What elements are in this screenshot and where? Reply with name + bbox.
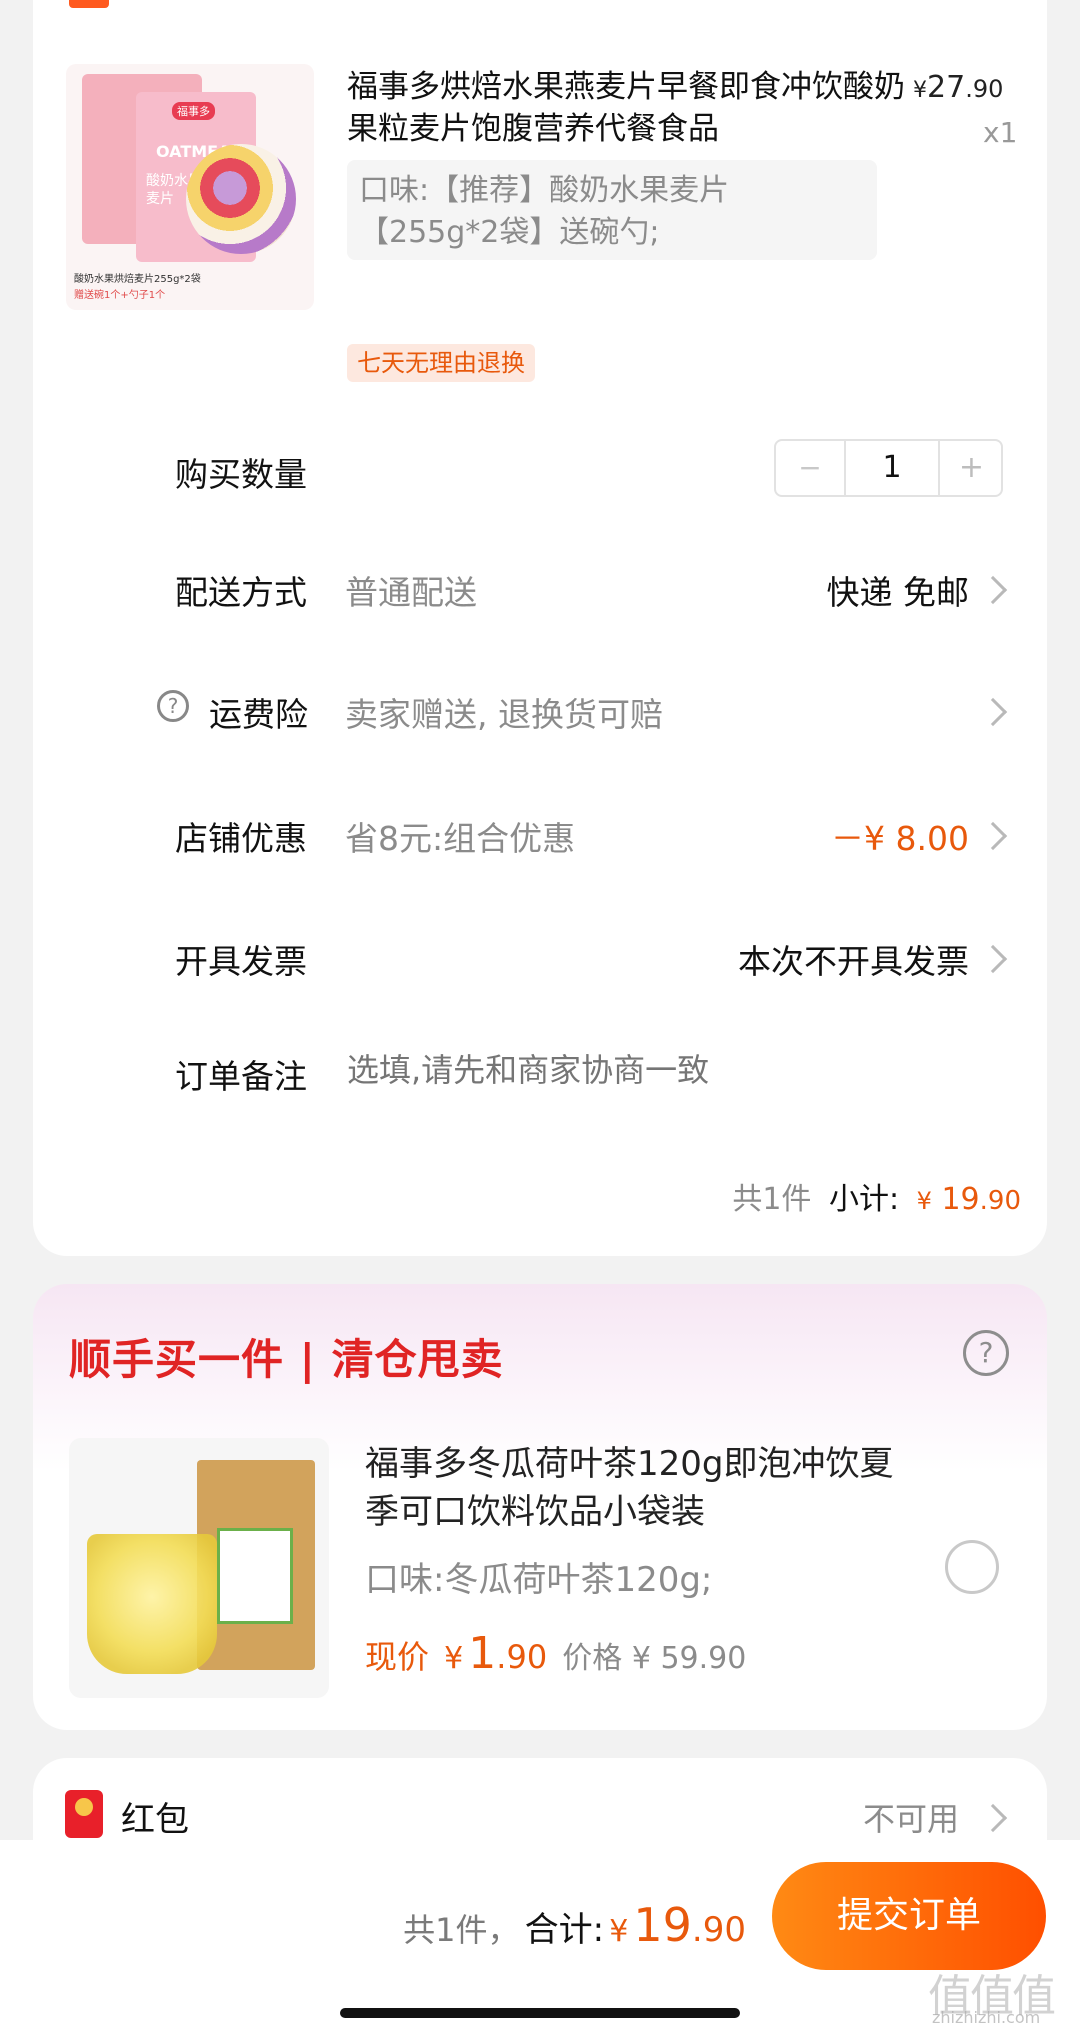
quantity-plus-button[interactable]: + [938, 441, 1003, 495]
subtotal-int: 19 [941, 1182, 980, 1217]
footer-symbol: ¥ [609, 1914, 629, 1949]
redpacket-value: 不可用 [862, 1800, 959, 1838]
product-title[interactable]: 福事多烘焙水果燕麦片早餐即食冲饮酸奶果粒麦片饱腹营养代餐食品 [347, 66, 907, 150]
subtotal-symbol: ¥ [916, 1187, 932, 1215]
price-symbol: ¥ [913, 78, 927, 103]
product-spec[interactable]: 口味:【推荐】酸奶水果麦片【255g*2袋】送碗勺; [347, 160, 877, 260]
home-indicator [340, 2008, 740, 2018]
tea-label [217, 1528, 293, 1624]
product-price: ¥27.90 [913, 70, 1043, 105]
addon-now-symbol: ¥ [444, 1641, 464, 1676]
addon-spec: 口味:冬瓜荷叶茶120g; [365, 1560, 713, 1600]
submit-order-button[interactable]: 提交订单 [772, 1862, 1046, 1970]
chevron-right-icon [978, 697, 1008, 727]
product-spec-text: 口味:【推荐】酸奶水果麦片【255g*2袋】送碗勺; [359, 173, 730, 250]
subtotal: 共1件 小计: ¥ 19.90 [732, 1174, 1021, 1218]
addon-original-price: 价格 ¥ 59.90 [562, 1641, 747, 1676]
footer-total: 共1件， 合计: ¥ 19.90 [403, 1898, 746, 1952]
quantity-value[interactable]: 1 [846, 441, 938, 495]
addon-select-checkbox[interactable] [945, 1540, 999, 1594]
chevron-right-icon [978, 575, 1008, 605]
watermark-url: zhizhizhi.com [932, 2008, 1041, 2027]
chevron-right-icon [978, 821, 1008, 851]
footer-amount: ¥ 19.90 [609, 1898, 746, 1952]
red-packet-icon [65, 1790, 103, 1838]
tea-cup [87, 1534, 217, 1674]
discount-value: 省8元:组合优惠 [345, 819, 576, 858]
footer-dec: .90 [691, 1910, 746, 1950]
brand-badge: 福事多 [172, 102, 215, 120]
addon-header: 顺手买一件 | 清仓甩卖 [69, 1335, 504, 1384]
help-circle-icon[interactable]: ? [157, 690, 189, 722]
footer-total-label: 合计: [524, 1910, 605, 1950]
invoice-value: 本次不开具发票 [738, 942, 969, 981]
chevron-right-icon [978, 1803, 1008, 1833]
subtotal-dec: .90 [979, 1186, 1021, 1216]
image-caption-1: 酸奶水果烘焙麦片255g*2袋 [74, 274, 201, 285]
addon-image[interactable] [69, 1438, 329, 1698]
invoice-label: 开具发票 [175, 942, 307, 981]
insurance-value: 卖家赠送, 退换货可赔 [345, 695, 663, 734]
addon-now-int: 1 [468, 1628, 497, 1679]
note-label: 订单备注 [175, 1057, 307, 1096]
help-circle-icon[interactable]: ? [963, 1330, 1009, 1376]
footer-int: 19 [633, 1898, 692, 1952]
footer-bar: 共1件， 合计: ¥ 19.90 提交订单 值值值 zhizhizhi.com [0, 1840, 1080, 2034]
price-dec: .90 [965, 75, 1004, 103]
quantity-minus-button[interactable]: − [776, 441, 846, 495]
subtotal-label: 小计: [828, 1182, 900, 1217]
order-card: 福事多 OATMEAL 酸奶水果燕麦片 酸奶水果烘焙麦片255g*2袋 赠送碗1… [33, 0, 1047, 1256]
chevron-right-icon [978, 944, 1008, 974]
submit-order-label: 提交订单 [836, 1895, 981, 1936]
addon-now-label: 现价 [365, 1638, 430, 1676]
subtotal-count: 共1件 [732, 1182, 812, 1217]
product-qty: x1 [983, 116, 1018, 149]
delivery-right: 快递 免邮 [826, 573, 970, 612]
delivery-value: 普通配送 [345, 573, 477, 612]
addon-now-dec: .90 [496, 1638, 548, 1676]
delivery-label: 配送方式 [175, 573, 307, 612]
discount-amount: －¥ 8.00 [831, 819, 969, 858]
product-image[interactable]: 福事多 OATMEAL 酸奶水果燕麦片 酸奶水果烘焙麦片255g*2袋 赠送碗1… [66, 64, 314, 310]
image-caption-2: 赠送碗1个+勺子1个 [74, 290, 166, 301]
quantity-label: 购买数量 [175, 455, 307, 494]
order-note-input[interactable] [345, 1046, 969, 1094]
fruit-bowl [186, 144, 296, 254]
quantity-stepper[interactable]: − 1 + [774, 439, 1003, 497]
red-packet-coin [75, 1798, 93, 1816]
shop-header-sliver [69, 0, 109, 8]
redpacket-label: 红包 [121, 1800, 189, 1840]
addon-price: 现价 ¥ 1.90 价格 ¥ 59.90 [365, 1628, 746, 1679]
return-policy-tag: 七天无理由退换 [347, 344, 535, 382]
footer-count: 共1件， [403, 1911, 520, 1949]
subtotal-amount: ¥ 19.90 [917, 1182, 1021, 1217]
insurance-label: 运费险 [209, 695, 308, 734]
discount-label: 店铺优惠 [175, 819, 307, 858]
addon-card: 顺手买一件 | 清仓甩卖 ? 福事多冬瓜荷叶茶120g即泡冲饮夏季可口饮料饮品小… [33, 1284, 1047, 1730]
price-int: 27 [927, 70, 966, 105]
addon-title[interactable]: 福事多冬瓜荷叶茶120g即泡冲饮夏季可口饮料饮品小袋装 [365, 1440, 905, 1536]
